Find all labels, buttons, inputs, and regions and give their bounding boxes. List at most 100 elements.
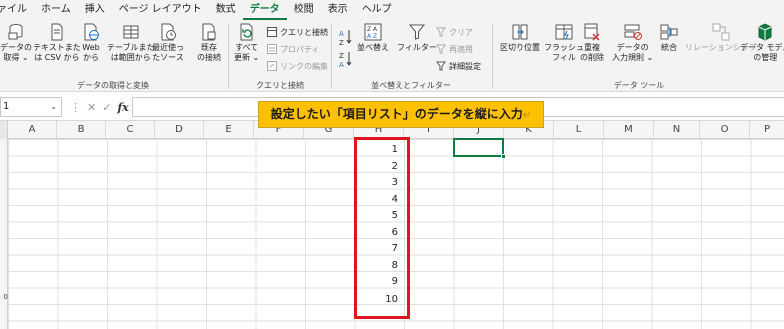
from-text-csv-label-2: は CSV から bbox=[34, 53, 80, 62]
svg-text:Z: Z bbox=[339, 39, 344, 46]
from-table-range-label-2: は範囲から bbox=[110, 53, 151, 62]
tab-view[interactable]: 表示 bbox=[321, 0, 355, 20]
vertical-dots-icon: ⋮ bbox=[70, 100, 81, 114]
flash-fill-button[interactable]: フラッシュ フィル bbox=[544, 23, 584, 63]
active-cell-selection[interactable] bbox=[453, 138, 506, 159]
row-header[interactable] bbox=[0, 271, 8, 288]
relationships-icon bbox=[712, 23, 730, 41]
row-header[interactable] bbox=[0, 172, 8, 189]
tab-file[interactable]: ァイル bbox=[0, 0, 34, 20]
consolidate-icon bbox=[660, 23, 678, 41]
row-header[interactable] bbox=[0, 222, 8, 239]
edit-links-label: リンクの編集 bbox=[280, 61, 328, 71]
filter-button[interactable]: フィルター bbox=[397, 23, 437, 53]
column-header[interactable]: N bbox=[654, 121, 700, 139]
row-header[interactable] bbox=[0, 156, 8, 173]
text-to-columns-icon bbox=[511, 23, 529, 41]
tab-formulas[interactable]: 数式 bbox=[209, 0, 243, 20]
group-sort-filter: AZ ZA Z AA Z 並べ替え フィルター クリア 再適用 詳細設定 並べ替… bbox=[333, 20, 489, 92]
tab-insert[interactable]: 挿入 bbox=[78, 0, 112, 20]
edit-links-button[interactable]: リンクの編集 bbox=[267, 60, 328, 72]
column-header[interactable]: E bbox=[204, 121, 254, 139]
manage-data-model-label-1: データ モデル bbox=[740, 43, 784, 52]
refresh-all-button[interactable]: すべて 更新 ⌄ bbox=[234, 23, 259, 63]
consolidate-button[interactable]: 統合 bbox=[660, 23, 678, 53]
manage-data-model-label-2: の管理 bbox=[753, 53, 778, 62]
row-header[interactable]: 0 bbox=[0, 289, 8, 306]
name-box[interactable]: 1 ⌄ bbox=[0, 97, 62, 117]
from-table-range-button[interactable]: テーブルまた は範囲から bbox=[107, 23, 155, 63]
row-header[interactable] bbox=[0, 205, 8, 222]
row-header[interactable] bbox=[0, 189, 8, 206]
tab-home[interactable]: ホーム bbox=[34, 0, 78, 20]
column-header[interactable]: C bbox=[106, 121, 155, 139]
column-header[interactable]: P bbox=[750, 121, 784, 139]
existing-connections-label-2: の接続 bbox=[197, 53, 221, 62]
return-mark-icon: ↵ bbox=[522, 110, 532, 121]
existing-connections-button[interactable]: 既存 の接続 bbox=[197, 23, 221, 63]
clock-icon bbox=[159, 23, 177, 41]
from-web-label-2: から bbox=[83, 53, 99, 62]
row-header[interactable] bbox=[0, 255, 8, 272]
chevron-down-icon[interactable]: ⌄ bbox=[50, 98, 57, 116]
column-header[interactable]: M bbox=[604, 121, 654, 139]
tab-review[interactable]: 校閲 bbox=[287, 0, 321, 20]
web-globe-icon bbox=[82, 23, 100, 41]
text-file-icon bbox=[48, 23, 66, 41]
data-validation-icon bbox=[624, 23, 642, 41]
fill-handle[interactable] bbox=[501, 154, 506, 159]
manage-data-model-button[interactable]: データ モデル の管理 bbox=[740, 23, 784, 63]
tab-help[interactable]: ヘルプ bbox=[355, 0, 399, 20]
column-header[interactable]: A bbox=[8, 121, 57, 139]
refresh-icon bbox=[238, 23, 256, 41]
flash-fill-icon bbox=[555, 23, 573, 41]
get-data-label-2: 取得 ⌄ bbox=[3, 53, 29, 62]
recent-sources-button[interactable]: 最近使っ たソース bbox=[152, 23, 184, 63]
group-label-data-tools: データ ツール bbox=[613, 81, 665, 90]
text-to-columns-button[interactable]: 区切り位置 bbox=[500, 23, 540, 53]
properties-button[interactable]: プロパティ bbox=[267, 43, 320, 55]
clear-filter-button[interactable]: クリア bbox=[436, 26, 473, 38]
highlight-box bbox=[354, 137, 410, 319]
data-validation-label-1: データの bbox=[616, 43, 649, 52]
column-header[interactable]: L bbox=[554, 121, 604, 139]
queries-connections-button[interactable]: クエリと接続 bbox=[267, 26, 328, 38]
instruction-callout: 設定したい「項目リスト」のデータを縦に入力↵ bbox=[258, 101, 544, 128]
row-header[interactable] bbox=[0, 139, 8, 156]
group-label-get-data: データの取得と変換 bbox=[77, 81, 149, 90]
svg-text:Z: Z bbox=[339, 52, 344, 60]
data-validation-button[interactable]: データの 入力規則 ⌄ bbox=[612, 23, 653, 63]
clear-filter-label: クリア bbox=[449, 27, 473, 37]
tab-page-layout[interactable]: ページ レイアウト bbox=[112, 0, 209, 20]
sort-dialog-icon: Z AA Z bbox=[364, 23, 382, 41]
column-header[interactable]: O bbox=[700, 121, 750, 139]
from-text-csv-button[interactable]: テキストまた は CSV から bbox=[33, 23, 81, 63]
svg-text:A Z: A Z bbox=[367, 33, 377, 40]
sort-az-za-buttons[interactable]: AZ ZA bbox=[339, 28, 353, 68]
flash-fill-label-2: フィル bbox=[552, 53, 576, 62]
get-data-button[interactable]: データの 取得 ⌄ bbox=[0, 23, 32, 63]
column-header[interactable]: D bbox=[155, 121, 204, 139]
properties-icon bbox=[267, 44, 277, 54]
filter-funnel-icon bbox=[408, 23, 426, 41]
refresh-all-label-1: すべて bbox=[235, 43, 259, 52]
confirm-check-icon[interactable]: ✓ bbox=[102, 101, 111, 114]
data-model-icon bbox=[756, 23, 774, 41]
select-all-corner[interactable] bbox=[0, 121, 8, 139]
text-to-columns-label-1: 区切り位置 bbox=[500, 43, 540, 52]
column-header[interactable]: B bbox=[57, 121, 106, 139]
row-header[interactable] bbox=[0, 238, 8, 255]
advanced-filter-button[interactable]: 詳細設定 bbox=[436, 60, 481, 72]
svg-text:Z A: Z A bbox=[367, 26, 378, 33]
from-web-button[interactable]: Web から bbox=[82, 23, 100, 63]
cancel-icon[interactable]: ✕ bbox=[87, 101, 96, 114]
sort-button[interactable]: Z AA Z 並べ替え bbox=[357, 23, 389, 53]
tab-data[interactable]: データ bbox=[242, 0, 287, 20]
advanced-filter-icon bbox=[436, 61, 446, 71]
reapply-button[interactable]: 再適用 bbox=[436, 43, 473, 55]
remove-duplicates-button[interactable]: 重複 の削除 bbox=[580, 23, 604, 63]
from-text-csv-label-1: テキストまた bbox=[33, 43, 81, 52]
sort-ascending-icon: AZ bbox=[339, 30, 352, 46]
svg-text:A: A bbox=[339, 30, 344, 38]
insert-function-icon[interactable]: fx bbox=[117, 101, 128, 114]
